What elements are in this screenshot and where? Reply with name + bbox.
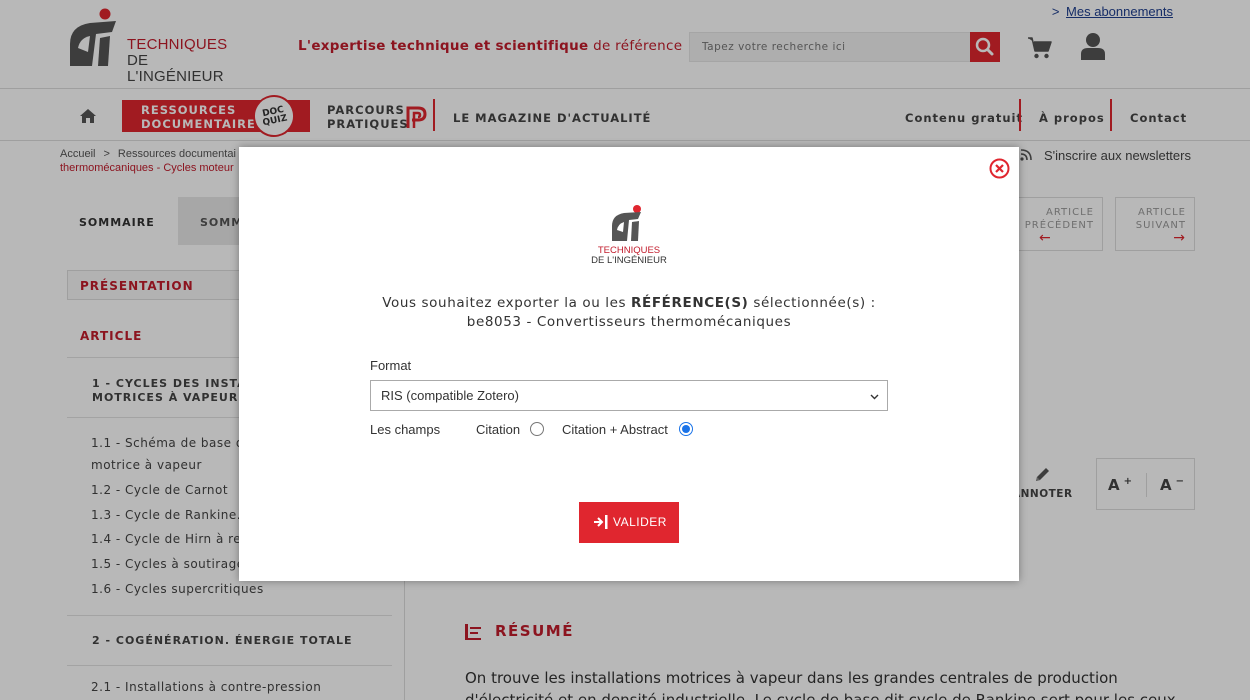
option-citation-label: Citation (476, 422, 521, 437)
dialog-logo-wordmark: TECHNIQUES DE L'INGÉNIEUR (579, 246, 679, 266)
message-prefix: Vous souhaitez exporter la ou les (382, 295, 627, 311)
dialog-logo-line2: DE L'INGÉNIEUR (591, 255, 667, 266)
message-bold: RÉFÉRENCE(S) (631, 295, 749, 311)
close-button[interactable] (989, 158, 1010, 179)
dialog-message-line1: Vous souhaitez exporter la ou les RÉFÉRE… (239, 294, 1019, 313)
submit-label: VALIDER (613, 515, 667, 529)
radio-citation-abstract[interactable] (679, 422, 693, 436)
dialog-message: Vous souhaitez exporter la ou les RÉFÉRE… (239, 294, 1019, 332)
dialog-logo: TECHNIQUES DE L'INGÉNIEUR (579, 204, 679, 268)
format-select-value: RIS (compatible Zotero) (381, 388, 519, 403)
close-icon (989, 158, 1010, 179)
export-icon (594, 515, 608, 529)
message-suffix: sélectionnée(s) : (753, 295, 876, 311)
export-dialog: TECHNIQUES DE L'INGÉNIEUR Vous souhaitez… (239, 147, 1019, 581)
format-label: Format (370, 358, 412, 373)
fields-label: Les champs (370, 422, 441, 437)
chevron-down-icon (870, 394, 879, 400)
dialog-reference: be8053 - Convertisseurs thermomécaniques (466, 314, 792, 330)
logo-icon (612, 205, 641, 241)
submit-button[interactable]: VALIDER (579, 502, 679, 543)
option-citation-abstract-label: Citation + Abstract (562, 422, 668, 437)
format-select[interactable]: RIS (compatible Zotero) (370, 380, 888, 411)
radio-citation[interactable] (530, 422, 544, 436)
